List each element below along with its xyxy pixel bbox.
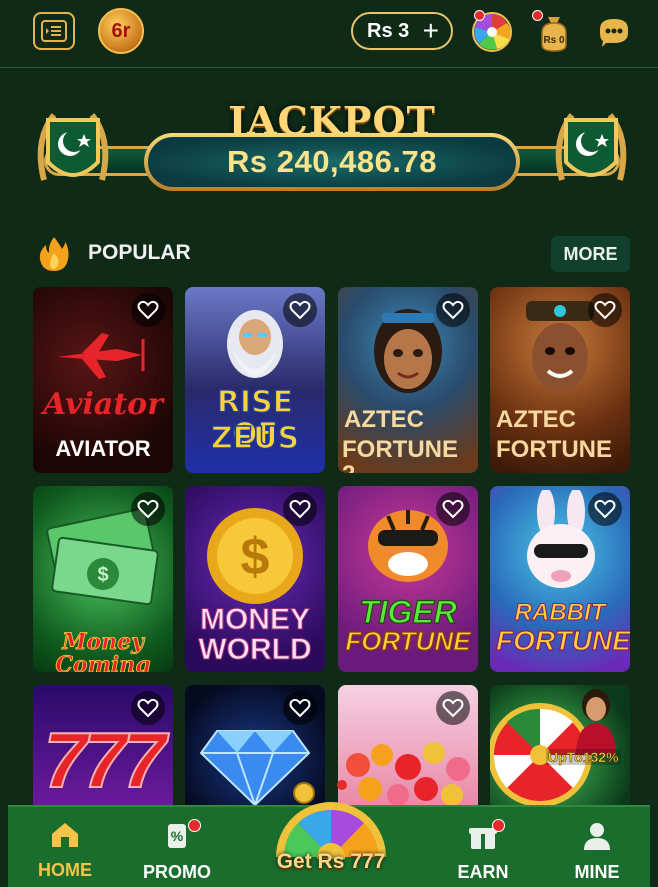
jackpot-amount-frame: Rs 240,486.78 [144,133,520,191]
jackpot-banner[interactable]: JACKPOT Rs 240,486.78 [34,88,630,212]
lucky-wheel-icon[interactable] [470,10,514,54]
user-icon [584,823,610,850]
home-icon [52,823,78,847]
favorite-heart-icon[interactable] [283,293,317,327]
favorite-heart-icon[interactable] [283,691,317,725]
game-title-line2: FORTUNE [496,436,612,463]
menu-toggle-button[interactable] [33,12,75,50]
favorite-heart-icon[interactable] [283,492,317,526]
wheel-notification-dot [474,10,485,21]
game-tile-money-coming[interactable]: $ Money Coming [33,486,173,672]
earn-notification-dot [492,819,505,832]
game-tile-aztec-fortune[interactable]: AZTEC FORTUNE [490,287,630,473]
game-tile-777[interactable]: 777 [33,685,173,805]
popular-section-title: POPULAR [88,241,191,264]
svg-text:$: $ [241,528,270,586]
bonus-badge: UpTo132% [546,749,621,765]
game-title-line2: FORTUNE [345,626,471,656]
favorite-heart-icon[interactable] [436,293,470,327]
support-chat-icon[interactable] [592,10,636,54]
favorite-heart-icon[interactable] [131,492,165,526]
game-title-line1: AZTEC [344,406,424,433]
game-title-line2: WORLD [198,633,312,666]
game-title-line1: MONEY [199,603,310,636]
nav-promo[interactable]: % PROMO [122,819,232,883]
nav-home[interactable]: HOME [10,821,120,881]
nav-mine-label: MINE [574,862,620,882]
game-title-line1: TIGER [359,594,458,630]
right-laurel-badge-icon [555,113,627,181]
game-title: AVIATOR [55,436,151,461]
game-title-line2: ZEUS [210,421,300,456]
favorite-heart-icon[interactable] [436,691,470,725]
get-bonus-label: Get Rs 777 [276,850,386,873]
game-tile-aztec-fortune-2[interactable]: AZTEC FORTUNE 2 [338,287,478,473]
fire-icon [39,237,69,271]
left-laurel-badge-icon [37,113,109,181]
game-tile-money-world[interactable]: $ MONEY WORLD [185,486,325,672]
more-button[interactable]: MORE [551,236,630,272]
game-tile-aviator[interactable]: Aviator AVIATOR [33,287,173,473]
get-bonus-cta[interactable]: Get Rs 777 [256,779,406,887]
favorite-heart-icon[interactable] [131,691,165,725]
aviator-logo-text: Aviator [43,387,163,422]
game-title-line2: FORTUNE [495,625,630,656]
deposit-plus-icon[interactable]: + [423,17,439,45]
game-tile-tiger-fortune[interactable]: TIGER FORTUNE [338,486,478,672]
favorite-heart-icon[interactable] [588,293,622,327]
logo-text: 6r [111,19,131,42]
nav-mine[interactable]: MINE [542,821,652,883]
nav-earn-label: EARN [457,862,509,882]
game-tile-rise-of-zeus[interactable]: RISE OF ZEUS [185,287,325,473]
bottom-navigation-bar: HOME % PROMO Get Rs 777 EARN MINE [8,780,652,887]
money-bag-icon[interactable]: Rs 0 [532,10,576,54]
nav-home-label: HOME [38,860,92,880]
game-title-line2: FORTUNE 2 [342,436,458,473]
balance-pill[interactable]: Rs 3 + [351,12,453,50]
game-title: 777 [43,715,167,805]
favorite-heart-icon[interactable] [588,492,622,526]
bag-notification-dot [532,10,543,21]
game-tile-wheel[interactable]: UpTo132% [490,685,630,805]
top-header: 6r Rs 3 + Rs 0 [0,0,658,68]
favorite-heart-icon[interactable] [436,492,470,526]
svg-text:Rs 0: Rs 0 [543,35,565,46]
presenter-figure-icon [576,689,616,755]
nav-promo-label: PROMO [142,862,211,882]
favorite-heart-icon[interactable] [131,293,165,327]
svg-text:%: % [171,828,184,844]
game-tile-rabbit-fortune[interactable]: RABBIT FORTUNE [490,486,630,672]
promo-notification-dot [188,819,201,832]
balance-amount: Rs 3 [367,19,410,42]
game-title-line1: RABBIT [514,599,606,626]
menu-icon [41,20,67,42]
game-title-line1: AZTEC [496,406,576,433]
nav-earn[interactable]: EARN [428,819,538,883]
bonus-wheel-icon [276,780,386,871]
jackpot-amount: Rs 240,486.78 [227,144,437,179]
svg-text:$: $ [97,564,108,586]
brand-logo[interactable]: 6r [98,8,144,54]
game-title: Money Coming [55,629,151,672]
plane-icon [57,333,145,379]
